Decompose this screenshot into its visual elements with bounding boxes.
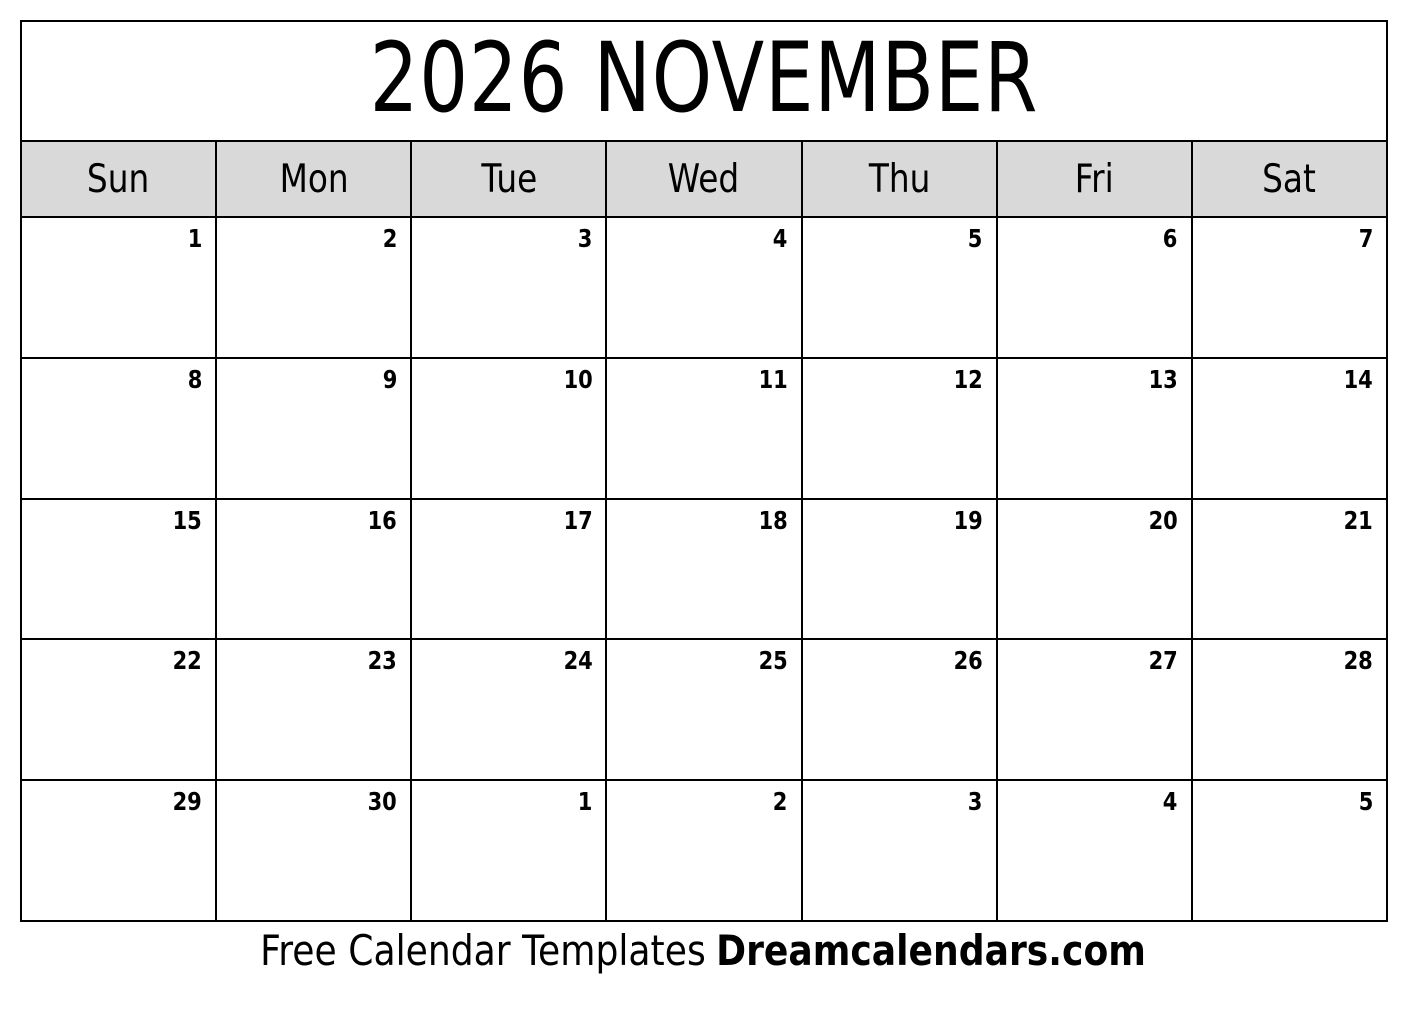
- week-row: 22 23 24 25 26 27 28: [22, 640, 1386, 782]
- day-cell[interactable]: 26: [802, 640, 998, 780]
- day-number: 4: [1163, 787, 1178, 817]
- day-number: 10: [563, 364, 593, 394]
- day-number: 30: [368, 787, 398, 817]
- day-number: 3: [968, 787, 983, 817]
- day-cell[interactable]: 6: [997, 218, 1193, 357]
- calendar-weeks: 1 2 3 4 5 6 7 8 9 10 11 12 13 14 15 16 1…: [22, 218, 1386, 920]
- day-number: 18: [758, 505, 788, 535]
- day-number: 19: [953, 505, 983, 535]
- calendar-page: 2026 NOVEMBER Sun Mon Tue Wed Thu Fri Sa…: [0, 0, 1406, 1020]
- day-cell[interactable]: 21: [1192, 499, 1386, 639]
- weekday-label: Fri: [1074, 156, 1114, 202]
- day-number: 9: [382, 364, 398, 394]
- day-number: 8: [187, 364, 203, 394]
- day-cell[interactable]: 13: [997, 358, 1193, 498]
- day-cell[interactable]: 12: [802, 358, 998, 498]
- weekday-label: Wed: [668, 156, 740, 202]
- weekday-header-tue: Tue: [412, 142, 608, 216]
- day-cell[interactable]: 5: [802, 218, 998, 357]
- day-cell[interactable]: 19: [802, 499, 998, 639]
- day-cell[interactable]: 27: [997, 640, 1193, 780]
- weekday-header-thu: Thu: [802, 142, 998, 216]
- day-number: 26: [953, 646, 983, 676]
- day-cell[interactable]: 17: [412, 499, 608, 639]
- footer-inner: Free Calendar Templates Dreamcalendars.co…: [260, 930, 1146, 972]
- day-cell[interactable]: 14: [1192, 358, 1386, 498]
- day-number: 13: [1148, 364, 1178, 394]
- day-cell[interactable]: 9: [217, 358, 413, 498]
- page-title: 2026 NOVEMBER: [369, 22, 1039, 134]
- day-number: 24: [563, 646, 593, 676]
- day-number: 5: [1358, 787, 1373, 817]
- day-number: 14: [1343, 364, 1373, 394]
- weekday-header-wed: Wed: [607, 142, 803, 216]
- day-cell[interactable]: 3: [802, 781, 998, 920]
- weekday-header-mon: Mon: [217, 142, 413, 216]
- weekday-header-fri: Fri: [997, 142, 1193, 216]
- calendar-grid: 2026 NOVEMBER Sun Mon Tue Wed Thu Fri Sa…: [20, 20, 1388, 922]
- weekday-label: Sun: [87, 156, 150, 202]
- day-number: 20: [1148, 505, 1178, 535]
- footer-tagline: Free Calendar Templates: [260, 926, 706, 975]
- day-cell[interactable]: 2: [217, 218, 413, 357]
- weekday-header-row: Sun Mon Tue Wed Thu Fri Sat: [22, 140, 1386, 218]
- day-number: 22: [172, 646, 203, 676]
- day-number: 25: [758, 646, 788, 676]
- day-cell[interactable]: 3: [412, 218, 608, 357]
- day-cell[interactable]: 5: [1192, 781, 1386, 920]
- footer-brand-link[interactable]: Dreamcalendars.com: [716, 926, 1146, 975]
- day-cell[interactable]: 22: [22, 640, 218, 780]
- day-number: 17: [563, 505, 593, 535]
- day-cell[interactable]: 15: [22, 499, 218, 639]
- day-number: 3: [577, 224, 593, 253]
- day-cell[interactable]: 1: [22, 218, 218, 357]
- weekday-label: Sat: [1262, 156, 1317, 202]
- day-cell[interactable]: 11: [607, 358, 803, 498]
- day-cell[interactable]: 7: [1192, 218, 1386, 357]
- calendar-title-bar: 2026 NOVEMBER: [22, 22, 1386, 140]
- weekday-header-sat: Sat: [1192, 142, 1386, 216]
- day-number: 15: [172, 505, 203, 535]
- day-cell[interactable]: 30: [217, 781, 413, 920]
- day-number: 1: [187, 224, 203, 253]
- day-number: 1: [577, 787, 593, 817]
- weekday-header-sun: Sun: [22, 142, 218, 216]
- day-number: 29: [172, 787, 203, 817]
- day-number: 6: [1163, 224, 1178, 253]
- day-number: 12: [953, 364, 983, 394]
- day-cell[interactable]: 29: [22, 781, 218, 920]
- day-cell[interactable]: 25: [607, 640, 803, 780]
- day-number: 4: [772, 224, 788, 253]
- day-cell[interactable]: 18: [607, 499, 803, 639]
- day-number: 21: [1343, 505, 1373, 535]
- week-row: 8 9 10 11 12 13 14: [22, 358, 1386, 500]
- day-number: 16: [368, 505, 398, 535]
- day-number: 28: [1343, 646, 1373, 676]
- day-number: 23: [368, 646, 398, 676]
- day-cell[interactable]: 23: [217, 640, 413, 780]
- day-number: 11: [758, 364, 788, 394]
- day-cell[interactable]: 2: [607, 781, 803, 920]
- day-number: 2: [382, 224, 398, 253]
- day-cell[interactable]: 10: [412, 358, 608, 498]
- day-cell[interactable]: 24: [412, 640, 608, 780]
- week-row: 29 30 1 2 3 4 5: [22, 781, 1386, 920]
- day-cell[interactable]: 20: [997, 499, 1193, 639]
- week-row: 1 2 3 4 5 6 7: [22, 218, 1386, 359]
- day-cell[interactable]: 28: [1192, 640, 1386, 780]
- day-number: 5: [968, 224, 983, 253]
- footer: Free Calendar Templates Dreamcalendars.co…: [0, 930, 1406, 972]
- day-cell[interactable]: 16: [217, 499, 413, 639]
- day-cell[interactable]: 8: [22, 358, 218, 498]
- week-row: 15 16 17 18 19 20 21: [22, 499, 1386, 641]
- weekday-label: Tue: [480, 156, 537, 202]
- weekday-label: Mon: [279, 156, 349, 202]
- day-number: 27: [1148, 646, 1178, 676]
- day-cell[interactable]: 4: [997, 781, 1193, 920]
- weekday-label: Thu: [868, 156, 930, 202]
- day-number: 7: [1358, 224, 1373, 253]
- day-cell[interactable]: 1: [412, 781, 608, 920]
- day-number: 2: [772, 787, 788, 817]
- day-cell[interactable]: 4: [607, 218, 803, 357]
